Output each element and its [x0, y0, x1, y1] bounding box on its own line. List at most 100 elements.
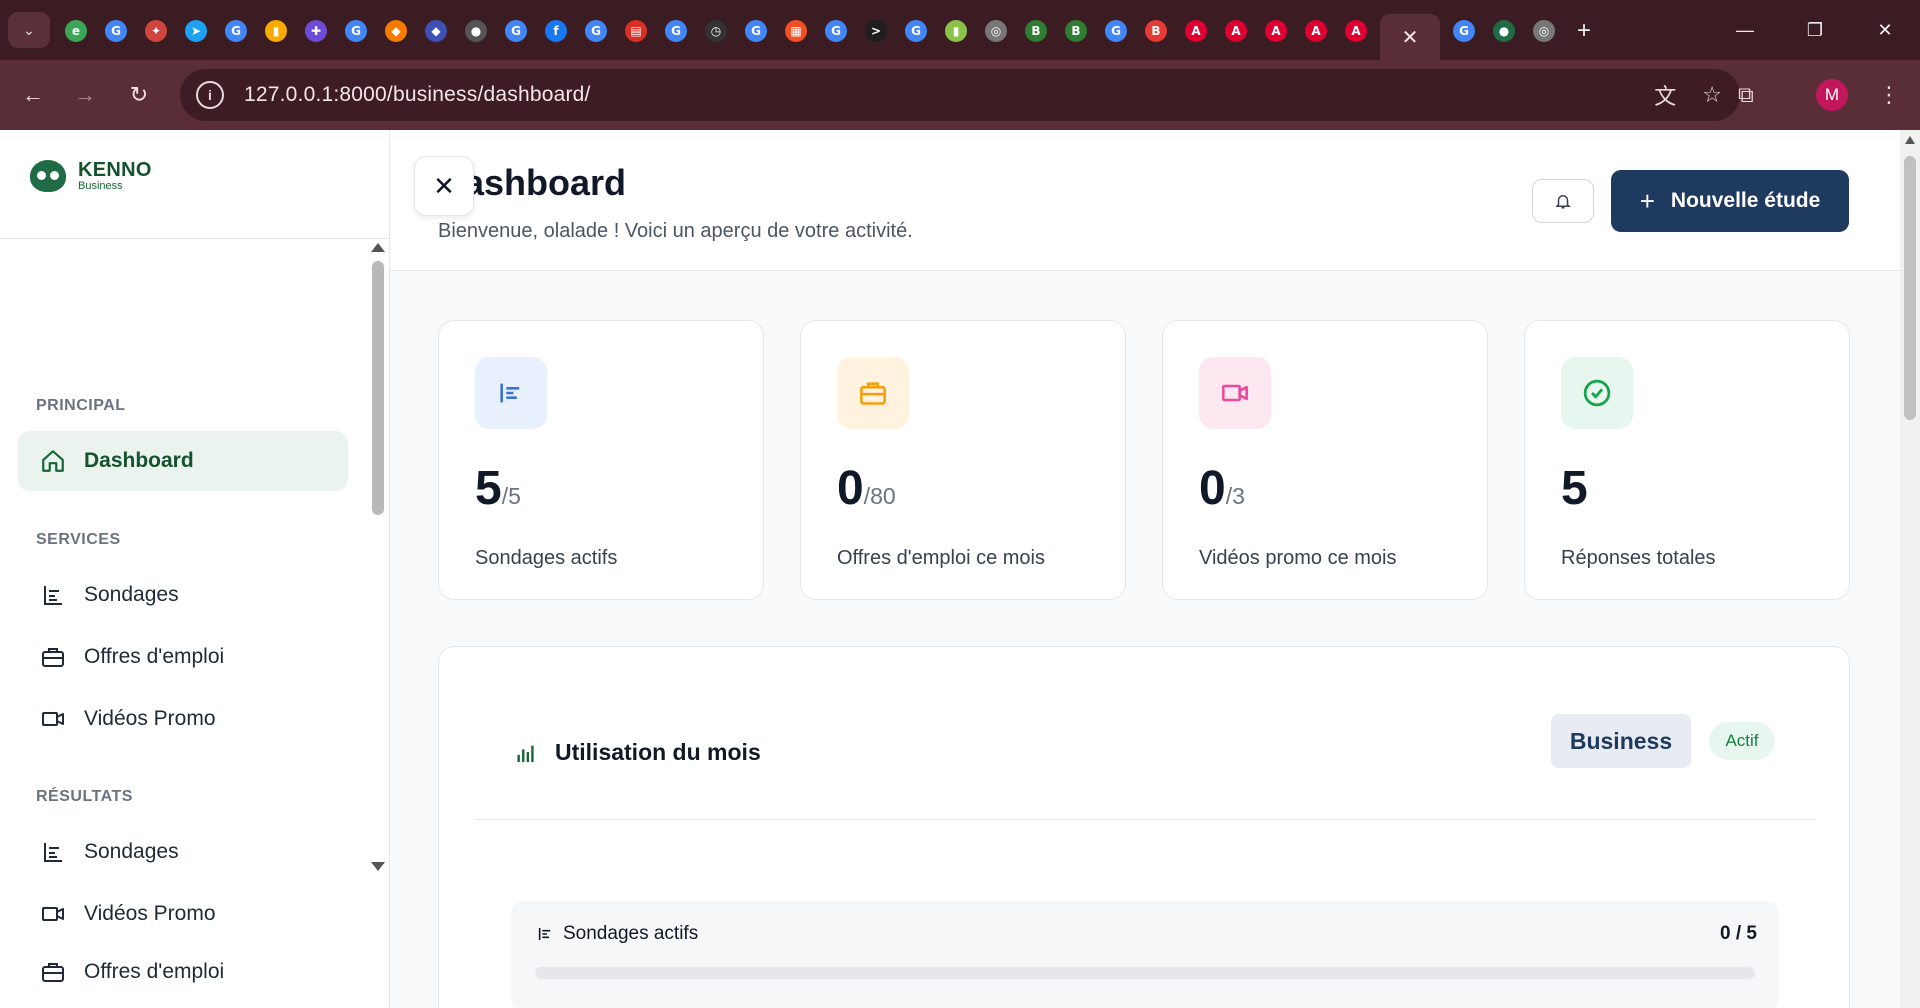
google-tab-icon: G [905, 20, 927, 42]
address-bar[interactable]: i 127.0.0.1:8000/business/dashboard/ 文 ☆ [180, 69, 1740, 121]
browser-tab[interactable]: ● [1488, 15, 1520, 47]
sidebar-item-videos[interactable]: Vidéos Promo [18, 689, 348, 749]
menu-kebab-icon[interactable]: ⋮ [1878, 76, 1900, 114]
browser-tab[interactable]: e [60, 15, 92, 47]
browser-tab[interactable]: G [220, 15, 252, 47]
kenno-tab-icon: ● [1493, 20, 1515, 42]
bsa-tab-icon: B [1145, 20, 1167, 42]
minimize-icon[interactable]: — [1710, 0, 1780, 60]
sidebar-item-label: Vidéos Promo [84, 902, 216, 925]
usage-progress-bar [535, 967, 1755, 979]
site-info-icon[interactable]: i [196, 81, 224, 109]
sidebar-item-dashboard[interactable]: Dashboard [18, 431, 348, 491]
bars-icon [500, 383, 520, 403]
browser-tab[interactable]: > [860, 15, 892, 47]
browser-tab[interactable]: G [340, 15, 372, 47]
status-badge: Actif [1709, 722, 1775, 760]
back-icon[interactable]: ← [14, 76, 52, 114]
stat-icon-box [837, 357, 909, 429]
browser-tab[interactable]: ◆ [420, 15, 452, 47]
google-tab-icon: G [505, 20, 527, 42]
browser-tab[interactable]: A [1260, 15, 1292, 47]
plus-icon: + [1639, 185, 1655, 216]
browser-tab[interactable]: ◎ [1528, 15, 1560, 47]
new-study-button[interactable]: + Nouvelle étude [1611, 170, 1849, 232]
close-window-icon[interactable]: ✕ [1850, 0, 1920, 60]
browser-tab[interactable]: ◎ [980, 15, 1012, 47]
window-controls: — ❐ ✕ [1710, 0, 1920, 60]
shield-tab-icon: ◆ [425, 20, 447, 42]
browser-tab[interactable]: A [1220, 15, 1252, 47]
browser-tab[interactable]: B [1140, 15, 1172, 47]
briefcase-icon [40, 959, 66, 985]
restore-icon[interactable]: ❐ [1780, 0, 1850, 60]
browser-tab[interactable]: A [1180, 15, 1212, 47]
browser-tab[interactable]: f [540, 15, 572, 47]
forward-icon[interactable]: → [66, 76, 104, 114]
page-scrollbar[interactable] [1900, 130, 1920, 1008]
usage-row: Sondages actifs 0 / 5 [511, 901, 1779, 1008]
browser-tab[interactable]: G [740, 15, 772, 47]
usage-panel: Utilisation du mois Business Actif Sonda… [438, 646, 1850, 1008]
sidebar-item-resultats-offres[interactable]: Offres d'emploi [18, 946, 348, 998]
sidebar-item-resultats-videos[interactable]: Vidéos Promo [18, 884, 348, 944]
url-text[interactable]: 127.0.0.1:8000/business/dashboard/ [244, 83, 591, 107]
browser-tab[interactable]: G [580, 15, 612, 47]
microsoft-tab-icon: ▦ [785, 20, 807, 42]
browser-tab[interactable]: ◷ [700, 15, 732, 47]
browser-tab[interactable]: A [1300, 15, 1332, 47]
profile-avatar[interactable]: M [1816, 79, 1848, 111]
tab-search-button[interactable]: ⌄ [8, 12, 50, 48]
sidebar-item-label: Offres d'emploi [84, 960, 225, 983]
sidebar-item-label: Vidéos Promo [84, 707, 216, 730]
browser-tab[interactable]: ➤ [180, 15, 212, 47]
browser-tab[interactable]: ◆ [380, 15, 412, 47]
chart-tab-icon: ▮ [945, 20, 967, 42]
browser-tab[interactable]: G [1448, 15, 1480, 47]
plan-badge: Business [1551, 714, 1691, 768]
browser-tab[interactable]: ▮ [940, 15, 972, 47]
browser-tab[interactable]: B [1020, 15, 1052, 47]
browser-tab[interactable]: G [1100, 15, 1132, 47]
translate-icon[interactable]: 文 [1654, 79, 1676, 111]
scrollbar-thumb[interactable] [1904, 156, 1916, 420]
scroll-up-icon[interactable] [371, 243, 385, 252]
browser-tab[interactable]: G [500, 15, 532, 47]
notifications-button[interactable] [1532, 179, 1594, 223]
browser-tab[interactable]: G [820, 15, 852, 47]
sidebar-scrollbar[interactable] [370, 239, 386, 873]
browser-tab[interactable]: A [1340, 15, 1372, 47]
scrollbar-thumb[interactable] [372, 261, 384, 515]
extensions-icon[interactable]: ⧉ [1738, 76, 1754, 114]
browser-tab[interactable]: ▮ [260, 15, 292, 47]
browser-tab[interactable]: ▦ [780, 15, 812, 47]
browser-tab[interactable]: ✦ [140, 15, 172, 47]
browser-tab[interactable]: B [1060, 15, 1092, 47]
browser-tab[interactable]: G [660, 15, 692, 47]
scroll-up-icon[interactable] [1905, 136, 1915, 144]
new-tab-icon[interactable]: + [1568, 15, 1600, 47]
sidebar-item-offres[interactable]: Offres d'emploi [18, 627, 348, 687]
stat-label: Offres d'emploi ce mois [837, 547, 1045, 569]
sidebar-item-label: Dashboard [84, 449, 194, 472]
brand[interactable]: KENNO Business [30, 160, 152, 192]
browser-tab[interactable]: ▤ [620, 15, 652, 47]
browser-toolbar: ← → ↻ i 127.0.0.1:8000/business/dashboar… [0, 60, 1920, 130]
sidebar-item-sondages[interactable]: Sondages [18, 565, 348, 625]
sidebar-item-resultats-sondages[interactable]: Sondages [18, 822, 348, 873]
active-tab-close-icon[interactable]: ✕ [1380, 14, 1440, 60]
browser-tab[interactable]: ● [460, 15, 492, 47]
browser-tab[interactable]: G [900, 15, 932, 47]
google-tab-icon: G [1453, 20, 1475, 42]
google-tab-icon: G [225, 20, 247, 42]
google-tab-icon: G [585, 20, 607, 42]
home-icon [40, 448, 66, 474]
bookmark-star-icon[interactable]: ☆ [1702, 82, 1722, 108]
section-resultats: RÉSULTATS [36, 788, 133, 805]
browser-tab[interactable]: ✚ [300, 15, 332, 47]
reload-icon[interactable]: ↻ [120, 76, 158, 114]
scroll-down-icon[interactable] [371, 862, 385, 871]
clock-tab-icon: ◷ [705, 20, 727, 42]
browser-tab[interactable]: G [100, 15, 132, 47]
close-button[interactable]: ✕ [414, 156, 474, 216]
